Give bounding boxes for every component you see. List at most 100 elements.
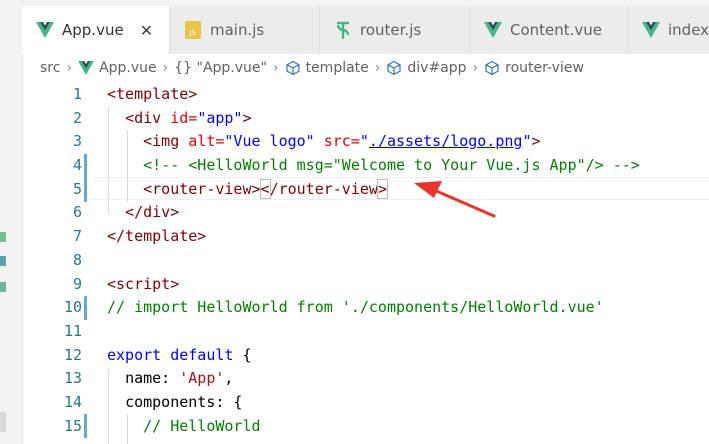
token-punct: , [224, 369, 234, 388]
tab-index[interactable]: index [628, 6, 709, 54]
line-number: 2 [72, 108, 82, 127]
chevron-right-icon: › [162, 60, 169, 76]
line-number: 10 [63, 298, 82, 317]
bracket-match: < [259, 178, 271, 199]
token-string: "app" [197, 108, 243, 127]
token-tag: <router-view> [143, 179, 261, 198]
token-tag: > [531, 132, 541, 151]
line-number: 8 [72, 250, 82, 269]
breadcrumb-component[interactable]: {} "App.vue" [174, 60, 267, 76]
code-line: <div id="app"> [107, 107, 709, 131]
line-number: 3 [72, 132, 82, 151]
code-line: <img alt="Vue logo" src="./assets/logo.p… [107, 130, 709, 154]
tab-label: Content.vue [510, 21, 603, 39]
token-string: "Vue logo" [224, 132, 315, 151]
line-number: 5 [72, 179, 82, 198]
token-keyword: default [170, 345, 234, 364]
line-number: 4 [72, 156, 82, 175]
cube-icon [386, 60, 402, 76]
line-number: 1 [72, 85, 82, 103]
tab-main-js[interactable]: JS main.js [170, 6, 320, 54]
token-comment: // import HelloWorld from './components/… [107, 298, 604, 317]
line-number: 12 [63, 345, 82, 364]
code-line: <script> [107, 273, 709, 297]
code-line: export default { [107, 344, 709, 368]
token-link[interactable]: ./assets/logo.png [369, 132, 523, 150]
token-attr: src= [323, 132, 360, 151]
token-punct: { [242, 345, 252, 364]
svg-text:JS: JS [189, 29, 197, 37]
line-number: 15 [63, 416, 82, 435]
activity-marker [0, 282, 6, 292]
activity-bar [0, 0, 23, 444]
tab-label: index [668, 21, 709, 39]
bracket-match: > [376, 178, 388, 199]
token-tag: <div [125, 108, 162, 127]
cube-icon [484, 60, 500, 76]
code-line: </div> [107, 201, 709, 225]
line-number: 9 [72, 274, 82, 293]
code-line: // import HelloWorld from './components/… [107, 296, 709, 320]
line-number: 13 [63, 369, 82, 388]
chevron-right-icon: › [66, 60, 73, 76]
breadcrumb-div-label: div#app [407, 60, 467, 76]
line-number: 14 [63, 392, 82, 411]
token-string: " [359, 132, 369, 151]
breadcrumb-file[interactable]: App.vue [78, 60, 157, 76]
token-tag: <img [143, 132, 180, 151]
token-string: 'App' [179, 369, 225, 388]
token-tag: </div> [125, 203, 180, 222]
git-modified-marker [84, 154, 87, 202]
tab-label: main.js [210, 21, 265, 39]
token-tag: <script> [107, 274, 180, 293]
breadcrumb: src › App.vue › {} "App.vue" › template … [22, 54, 709, 82]
code-line: // HelloWorld [107, 415, 709, 439]
token-tag: <template> [107, 85, 198, 103]
tab-app-vue[interactable]: App.vue ✕ [22, 6, 170, 54]
editor-tab-bar: App.vue ✕ JS main.js router.js Content.v… [22, 6, 709, 54]
breadcrumb-src[interactable]: src [40, 60, 60, 76]
annotation-arrow-icon [414, 181, 496, 218]
tab-content-vue[interactable]: Content.vue [470, 6, 628, 54]
line-number: 11 [63, 321, 82, 340]
code-line: <router-view></router-view> [107, 178, 709, 202]
token-key: name: [125, 369, 171, 388]
close-icon[interactable]: ✕ [140, 21, 153, 40]
token-keyword: export [107, 345, 162, 364]
cube-icon [285, 60, 301, 76]
code-line: </template> [107, 225, 709, 249]
breadcrumb-template-label: template [305, 60, 369, 76]
tab-router-js[interactable]: router.js [320, 6, 470, 54]
code-editor[interactable]: <template> <div id="app"> <img alt="Vue … [107, 83, 709, 438]
activity-marker [0, 256, 6, 266]
chevron-right-icon: › [472, 60, 479, 76]
activity-marker [0, 232, 6, 242]
js-file-icon: JS [184, 21, 202, 39]
token-tag: > [242, 108, 252, 127]
breadcrumb-router-view-label: router-view [505, 60, 584, 76]
vue-icon [642, 21, 660, 39]
breadcrumb-template[interactable]: template [285, 60, 369, 76]
token-comment: <!-- <HelloWorld msg="Welcome to Your Vu… [143, 156, 640, 175]
line-number: 6 [72, 203, 82, 222]
tab-label: router.js [360, 21, 422, 39]
line-number-gutter: 1 2 3 4 5 6 7 8 9 10 11 12 13 14 15 [22, 83, 84, 438]
token-tag: </template> [107, 227, 207, 246]
chevron-right-icon: › [374, 60, 381, 76]
code-line: name: 'App', [107, 367, 709, 391]
git-modified-marker [84, 296, 87, 320]
git-modified-marker [84, 414, 87, 438]
code-line: <template> [107, 83, 709, 107]
code-line: <!-- <HelloWorld msg="Welcome to Your Vu… [107, 154, 709, 178]
token-attr: alt= [188, 132, 225, 151]
breadcrumb-router-view[interactable]: router-view [484, 60, 584, 76]
token-comment: // HelloWorld [143, 416, 261, 435]
activity-marker [0, 412, 6, 432]
vue-icon [78, 61, 94, 75]
router-file-icon [334, 21, 352, 39]
breadcrumb-div[interactable]: div#app [386, 60, 467, 76]
tab-label: App.vue [62, 21, 124, 39]
line-number: 7 [72, 227, 82, 246]
